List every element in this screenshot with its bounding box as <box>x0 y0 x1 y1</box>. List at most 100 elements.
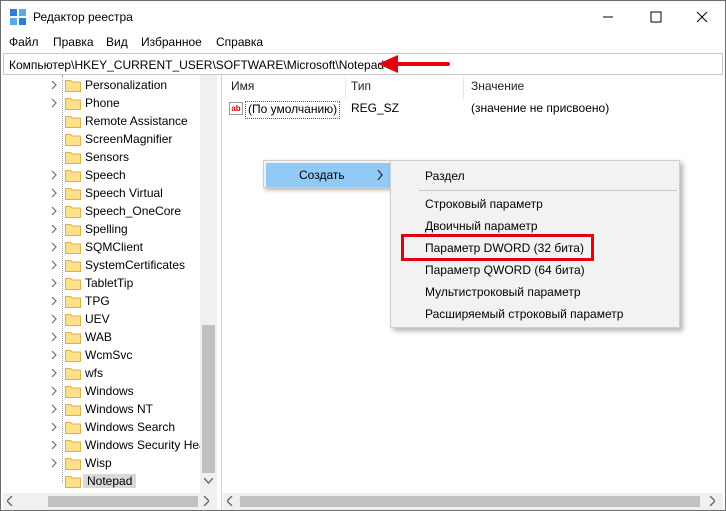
scrollbar-thumb[interactable] <box>48 496 198 507</box>
window-title: Редактор реестра <box>33 10 133 24</box>
scroll-left-icon[interactable] <box>227 496 233 506</box>
pane-splitter[interactable] <box>217 75 222 510</box>
expand-chevron-icon[interactable] <box>49 223 59 235</box>
folder-icon <box>65 134 81 146</box>
column-header-type[interactable]: Тип <box>351 79 371 99</box>
expand-chevron-icon[interactable] <box>49 205 59 217</box>
expand-chevron-icon[interactable] <box>49 367 59 379</box>
scrollbar-thumb[interactable] <box>240 496 700 507</box>
tree-item[interactable]: SQMClient <box>3 238 201 256</box>
tree-item[interactable]: Notepad <box>3 472 201 490</box>
menu-edit[interactable]: Правка <box>53 35 94 49</box>
submenu-item-binary-value[interactable]: Двоичный параметр <box>425 219 538 233</box>
submenu-item-multistring-value[interactable]: Мультистроковый параметр <box>425 285 581 299</box>
tree-item[interactable]: ScreenMagnifier <box>3 130 201 148</box>
folder-icon <box>65 278 81 290</box>
folder-icon <box>65 242 81 254</box>
tree-item[interactable]: Windows Security Hea <box>3 436 206 454</box>
expand-chevron-icon[interactable] <box>49 97 59 109</box>
expand-chevron-icon[interactable] <box>49 241 59 253</box>
expand-chevron-icon[interactable] <box>49 331 59 343</box>
expand-chevron-icon[interactable] <box>49 385 59 397</box>
expand-chevron-icon[interactable] <box>49 277 59 289</box>
menu-help[interactable]: Справка <box>216 35 263 49</box>
tree-item[interactable]: Remote Assistance <box>3 112 201 130</box>
expand-chevron-icon[interactable] <box>49 295 59 307</box>
tree-item[interactable]: Speech Virtual <box>3 184 201 202</box>
folder-icon <box>65 404 81 416</box>
submenu-item-string-value[interactable]: Строковый параметр <box>425 197 543 211</box>
address-bar[interactable]: Компьютер\HKEY_CURRENT_USER\SOFTWARE\Mic… <box>3 53 723 75</box>
tree-item[interactable]: TabletTip <box>3 274 201 292</box>
tree-item[interactable]: WcmSvc <box>3 346 201 364</box>
menu-favorites[interactable]: Избранное <box>141 35 202 49</box>
expand-chevron-icon[interactable] <box>49 457 59 469</box>
column-header-name[interactable]: Имя <box>231 79 254 99</box>
values-horizontal-scrollbar[interactable] <box>223 493 723 510</box>
scroll-left-icon[interactable] <box>7 496 13 506</box>
tree-item[interactable]: Speech_OneCore <box>3 202 201 220</box>
tree-item[interactable]: Personalization <box>3 76 201 94</box>
maximize-button[interactable] <box>633 1 679 32</box>
tree-item[interactable]: Sensors <box>3 148 201 166</box>
close-button[interactable] <box>679 1 725 32</box>
expand-chevron-icon[interactable] <box>49 169 59 181</box>
tree-item[interactable]: WAB <box>3 328 201 346</box>
tree-item-label: WcmSvc <box>85 348 133 362</box>
folder-icon <box>65 206 81 218</box>
tree-item-label: UEV <box>85 312 110 326</box>
submenu-item-expandable-string-value[interactable]: Расширяемый строковый параметр <box>425 307 623 321</box>
expand-chevron-icon[interactable] <box>49 421 59 433</box>
value-name[interactable]: (По умолчанию) <box>245 101 341 119</box>
scroll-right-icon[interactable] <box>709 496 715 506</box>
tree-item[interactable]: TPG <box>3 292 201 310</box>
expand-chevron-icon[interactable] <box>49 187 59 199</box>
folder-icon <box>65 422 81 434</box>
folder-icon <box>65 188 81 200</box>
column-divider[interactable] <box>345 77 346 99</box>
tree-horizontal-scrollbar[interactable] <box>3 493 217 510</box>
expand-chevron-icon[interactable] <box>49 349 59 361</box>
scrollbar-thumb[interactable] <box>202 325 215 473</box>
tree-item[interactable]: SystemCertificates <box>3 256 201 274</box>
menu-bar: Файл Правка Вид Избранное Справка <box>1 32 725 52</box>
tree-item[interactable]: Windows NT <box>3 400 201 418</box>
registry-editor-window: Редактор реестра Файл Правка Вид Избранн… <box>0 0 726 511</box>
folder-icon <box>65 350 81 362</box>
minimize-button[interactable] <box>585 1 631 32</box>
submenu-arrow-icon <box>377 170 383 180</box>
tree-item[interactable]: UEV <box>3 310 201 328</box>
menu-separator <box>419 190 677 191</box>
tree-item[interactable]: Windows <box>3 382 201 400</box>
expand-chevron-icon[interactable] <box>49 313 59 325</box>
expand-chevron-icon[interactable] <box>49 259 59 271</box>
expand-chevron-icon[interactable] <box>49 403 59 415</box>
tree-item[interactable]: Phone <box>3 94 201 112</box>
tree-item[interactable]: wfs <box>3 364 201 382</box>
tree-item[interactable]: Windows Search <box>3 418 201 436</box>
tree-item-label: Speech <box>85 168 126 182</box>
folder-icon <box>65 152 81 164</box>
expand-chevron-icon[interactable] <box>49 79 59 91</box>
column-divider[interactable] <box>463 77 464 99</box>
value-type: REG_SZ <box>351 101 400 115</box>
tree-vertical-scrollbar[interactable] <box>200 75 217 493</box>
column-header-value[interactable]: Значение <box>471 79 524 99</box>
expand-chevron-icon[interactable] <box>49 439 59 451</box>
tree-item[interactable]: Speech <box>3 166 201 184</box>
tree-item[interactable]: Wisp <box>3 454 201 472</box>
close-icon <box>696 11 708 22</box>
registry-editor-icon <box>10 9 26 25</box>
menu-item-create-label: Создать <box>299 168 345 182</box>
scroll-right-icon[interactable] <box>203 496 209 506</box>
menu-item-create[interactable]: Создать <box>266 163 391 187</box>
key-tree: Personalization Phone Remote Assistance Scr… <box>3 75 217 493</box>
string-value-icon: ab <box>229 102 243 115</box>
scroll-down-icon[interactable] <box>204 478 213 484</box>
tree-item[interactable]: Spelling <box>3 220 201 238</box>
menu-view[interactable]: Вид <box>106 35 128 49</box>
submenu-item-key[interactable]: Раздел <box>425 169 465 183</box>
submenu-item-qword-value[interactable]: Параметр QWORD (64 бита) <box>425 263 585 277</box>
folder-icon <box>65 368 81 380</box>
menu-file[interactable]: Файл <box>9 35 39 49</box>
